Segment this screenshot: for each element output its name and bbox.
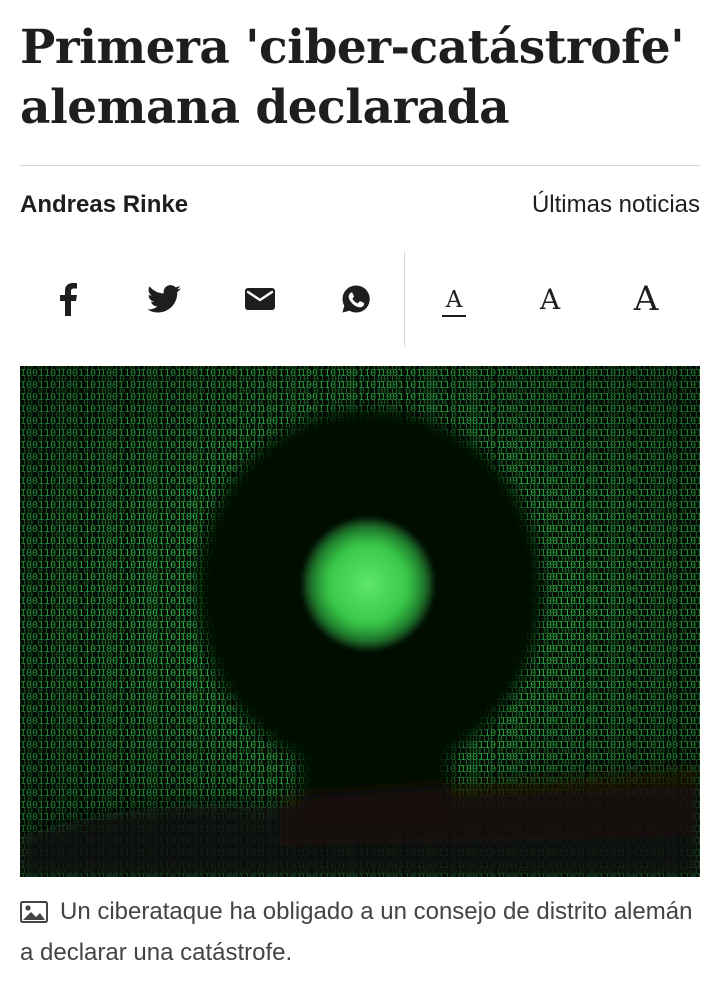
header-divider — [20, 165, 700, 166]
whatsapp-share-button[interactable] — [330, 273, 382, 325]
caption-text: Un ciberataque ha obligado a un consejo … — [20, 898, 693, 966]
share-toolbar: A A A — [20, 251, 700, 347]
article-title: Primera 'ciber-catástrofe' alemana decla… — [20, 20, 685, 135]
facebook-share-button[interactable] — [42, 273, 94, 325]
toolbar-divider — [404, 251, 405, 347]
section-label[interactable]: Últimas noticias — [532, 191, 700, 219]
twitter-icon — [147, 285, 181, 313]
twitter-share-button[interactable] — [138, 273, 190, 325]
font-size-large-label: A — [633, 279, 659, 319]
cyber-webcam-photo: 1001101 0110010 — [20, 366, 700, 877]
font-size-small-label: A — [441, 287, 467, 317]
font-size-medium-button[interactable]: A — [522, 271, 578, 327]
image-icon — [20, 897, 48, 934]
email-icon — [245, 288, 275, 310]
whatsapp-icon — [342, 285, 370, 313]
author-name[interactable]: Andreas Rinke — [20, 191, 188, 219]
font-size-medium-label: A — [539, 282, 561, 316]
facebook-icon — [60, 283, 77, 316]
font-size-large-button[interactable]: A — [618, 271, 674, 327]
font-size-small-button[interactable]: A — [426, 271, 482, 327]
hero-image[interactable]: 1001101 0110010 — [20, 366, 700, 877]
email-share-button[interactable] — [234, 273, 286, 325]
image-caption: Un ciberataque ha obligado a un consejo … — [20, 893, 700, 971]
